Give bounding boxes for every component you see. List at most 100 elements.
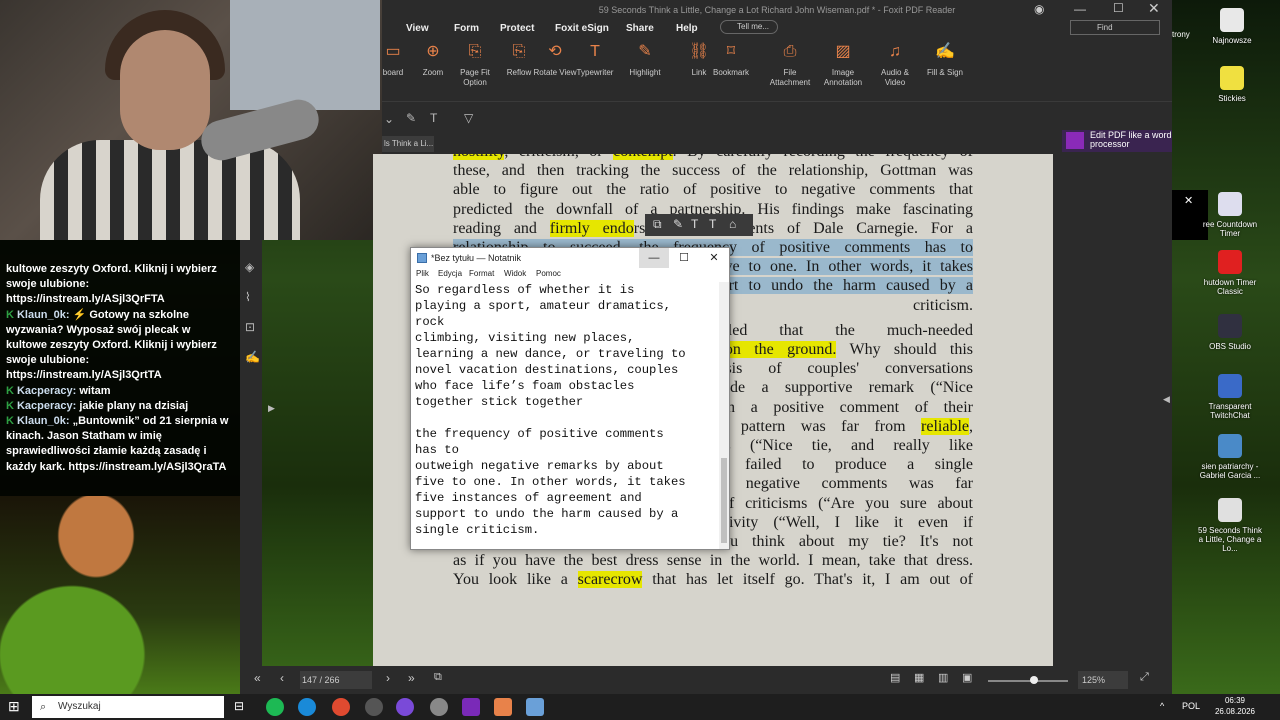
desktop-icon[interactable]: OBS Studio xyxy=(1198,314,1262,351)
underline-icon[interactable]: T xyxy=(709,217,716,231)
tell-me-search[interactable]: Tell me... xyxy=(720,20,778,34)
start-button[interactable]: ⊞ xyxy=(8,698,20,715)
ribbon-page-fit-button[interactable]: ⎘ Page Fit Option xyxy=(452,42,498,88)
menu-foxit-esign[interactable]: Foxit eSign xyxy=(555,23,609,34)
menu-form[interactable]: Form xyxy=(454,23,479,34)
desktop-icon[interactable]: hutdown Timer Classic xyxy=(1198,250,1262,296)
expand-panel-icon[interactable]: ▶ xyxy=(268,403,275,414)
next-page-icon[interactable]: › xyxy=(386,671,390,685)
copy-icon[interactable]: ⧉ xyxy=(653,217,662,232)
ribbon-typewriter-button[interactable]: T Typewriter xyxy=(572,42,618,78)
app-icon[interactable] xyxy=(430,698,448,716)
notepad-minimize-button[interactable]: — xyxy=(639,248,669,268)
dropdown-icon[interactable]: ⌄ xyxy=(384,112,394,126)
account-icon[interactable]: ◉ xyxy=(1034,2,1044,16)
find-input[interactable]: Find xyxy=(1070,20,1160,35)
desktop-icon[interactable]: Transparent TwitchChat xyxy=(1198,374,1262,420)
last-page-icon[interactable]: » xyxy=(408,671,415,685)
cover-icon[interactable]: ▣ xyxy=(962,671,972,684)
ribbon-highlight-button[interactable]: ✎ Highlight xyxy=(622,42,668,78)
notepad-menu-plik[interactable]: Plik xyxy=(416,269,429,278)
pdf-text-line: these, and then tracking the success of … xyxy=(453,162,973,180)
maximize-button[interactable]: ☐ xyxy=(1113,1,1124,15)
facing-icon[interactable]: ▥ xyxy=(938,671,948,684)
zoom-slider-knob[interactable] xyxy=(1030,676,1038,684)
minimize-button[interactable]: — xyxy=(1074,2,1086,16)
edge-icon[interactable] xyxy=(298,698,316,716)
notepad-maximize-button[interactable]: ☐ xyxy=(669,248,699,268)
ribbon-image-annotation-button[interactable]: ▨ Image Annotation xyxy=(820,42,866,88)
pdf-text-line: as if you have the best dress sense in t… xyxy=(453,552,973,570)
menu-protect[interactable]: Protect xyxy=(500,23,534,34)
continuous-icon[interactable]: ▦ xyxy=(914,671,924,684)
close-button[interactable]: ✕ xyxy=(1148,0,1160,17)
chat-username[interactable]: Kacperacy: xyxy=(17,400,79,412)
zoom-icon: ⊕ xyxy=(426,43,440,60)
signature-icon[interactable]: ✍ xyxy=(245,350,260,364)
page-indicator[interactable]: 147 / 266 xyxy=(300,671,372,689)
menu-view[interactable]: View xyxy=(406,23,429,34)
notepad-close-button[interactable]: ✕ xyxy=(699,248,729,268)
document-tab[interactable]: ls Think a Li... xyxy=(382,136,434,152)
ribbon-bookmark-button[interactable]: ⌑ Bookmark xyxy=(708,42,754,78)
chrome-icon[interactable] xyxy=(332,698,350,716)
task-view-icon[interactable]: ⊟ xyxy=(234,699,244,713)
onenote-icon[interactable] xyxy=(462,698,480,716)
panel-close-icon[interactable]: ✕ xyxy=(1184,194,1193,207)
bookmark-add-icon[interactable]: ⌂ xyxy=(729,217,736,231)
obs-icon[interactable] xyxy=(365,698,383,716)
pen-icon[interactable]: ✎ xyxy=(406,111,416,125)
taskbar-search[interactable]: ⌕ Wyszukaj xyxy=(32,696,224,718)
tray-chevron-icon[interactable]: ^ xyxy=(1160,701,1164,711)
desktop-app-icon xyxy=(1218,314,1242,338)
security-icon[interactable]: ⊡ xyxy=(245,320,255,334)
fullscreen-icon[interactable]: ⤢ xyxy=(1140,671,1149,684)
customize-icon[interactable]: ▽ xyxy=(464,111,473,125)
notepad-menu-format[interactable]: Format xyxy=(469,269,494,278)
desktop-icon[interactable]: Najnowsze xyxy=(1200,8,1264,45)
menu-share[interactable]: Share xyxy=(626,23,654,34)
notepad-menu-bar: Plik Edycja Format Widok Pomoc xyxy=(411,268,729,282)
desktop-icon[interactable]: sien patriarchy - Gabriel Garcia ... xyxy=(1198,434,1262,480)
foxit-taskbar-icon[interactable] xyxy=(494,698,512,716)
notepad-taskbar-icon[interactable] xyxy=(526,698,544,716)
ribbon-file-attachment-button[interactable]: ⎙ File Attachment xyxy=(767,42,813,88)
notepad-text-area[interactable]: So regardless of whether it is playing a… xyxy=(415,282,719,546)
annotation-toolbar: ⧉ ✎ T T ⌂ xyxy=(645,214,753,236)
attachment-icon[interactable]: ⌇ xyxy=(245,290,251,304)
ribbon-audio-video-button[interactable]: ♫ Audio & Video xyxy=(872,42,918,88)
single-page-icon[interactable]: ▤ xyxy=(890,671,900,684)
spotify-icon[interactable] xyxy=(266,698,284,716)
desktop-icon-label: Stickies xyxy=(1218,94,1246,103)
collapse-panel-icon[interactable]: ◀ xyxy=(1163,394,1170,405)
desktop-icon[interactable]: ree Countdown Timer xyxy=(1198,192,1262,238)
prev-page-icon[interactable]: ‹ xyxy=(280,671,284,685)
twitch-icon[interactable] xyxy=(396,698,414,716)
desktop-icon[interactable]: 59 Seconds Think a Little, Change a Lo..… xyxy=(1198,498,1262,553)
ribbon-fill-sign-button[interactable]: ✍ Fill & Sign xyxy=(922,42,968,78)
zoom-level[interactable]: 125% xyxy=(1078,671,1128,689)
edit-pdf-banner[interactable]: Edit PDF like a word processor xyxy=(1062,130,1172,152)
strikeout-icon[interactable]: T xyxy=(691,217,698,231)
taskbar-clock[interactable]: 06:39 26.08.2026 xyxy=(1200,695,1270,719)
ribbon-label: Image Annotation xyxy=(823,68,863,87)
highlight-pen-icon[interactable]: ✎ xyxy=(673,217,683,231)
chat-username[interactable]: Klaun_0k: xyxy=(17,415,73,427)
notepad-scroll-thumb[interactable] xyxy=(721,458,727,543)
notepad-menu-edycja[interactable]: Edycja xyxy=(438,269,462,278)
page-view-icon[interactable]: ⧉ xyxy=(434,671,442,684)
zoom-slider[interactable] xyxy=(988,680,1068,682)
ribbon-zoom-button[interactable]: ⊕ Zoom xyxy=(410,42,456,78)
first-page-icon[interactable]: « xyxy=(254,671,261,685)
notepad-menu-pomoc[interactable]: Pomoc xyxy=(536,269,561,278)
language-indicator[interactable]: POL xyxy=(1182,701,1200,711)
chat-username[interactable]: Klaun_0k: xyxy=(17,309,73,321)
desktop-app-icon xyxy=(1218,374,1242,398)
left-panel: ◈ ⌇ ⊡ ✍ ▶ xyxy=(240,240,275,694)
chat-username[interactable]: Kacperacy: xyxy=(17,385,79,397)
layers-icon[interactable]: ◈ xyxy=(245,260,254,274)
menu-help[interactable]: Help xyxy=(676,23,698,34)
text-tool-icon[interactable]: T xyxy=(430,111,437,125)
desktop-icon[interactable]: Stickies xyxy=(1200,66,1264,103)
notepad-menu-widok[interactable]: Widok xyxy=(504,269,526,278)
